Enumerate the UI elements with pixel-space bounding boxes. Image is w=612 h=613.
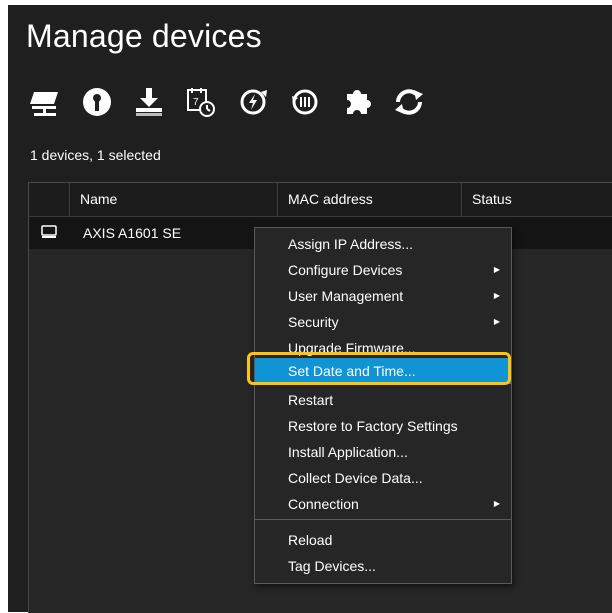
menu-item-label: Install Application... — [288, 444, 408, 460]
menu-item-label: Security — [288, 314, 339, 330]
toolbar: 7 — [28, 80, 426, 124]
menu-item-restore-to-factory-settings[interactable]: Restore to Factory Settings — [255, 413, 511, 439]
add-device-icon[interactable] — [28, 85, 62, 119]
menu-item-label: Configure Devices — [288, 262, 403, 278]
device-icon — [41, 225, 57, 239]
menu-item-restart[interactable]: Restart — [255, 387, 511, 413]
menu-item-tag-devices[interactable]: Tag Devices... — [255, 553, 511, 579]
submenu-arrow-icon: ▶ — [493, 291, 500, 300]
password-key-icon[interactable] — [80, 85, 114, 119]
context-menu: Assign IP Address... Configure Devices ▶… — [254, 227, 512, 584]
install-app-plugin-icon[interactable] — [340, 85, 374, 119]
selection-count: 1 devices, 1 selected — [30, 147, 161, 163]
menu-item-label: Set Date and Time... — [288, 363, 416, 379]
menu-item-label: Upgrade Firmware... — [288, 340, 416, 356]
menu-item-security[interactable]: Security ▶ — [255, 309, 511, 335]
column-header-name[interactable]: Name — [69, 183, 277, 216]
menu-item-label: Restart — [288, 392, 334, 408]
menu-item-label: Reload — [288, 532, 333, 548]
menu-item-label: Tag Devices... — [288, 558, 376, 574]
menu-item-user-management[interactable]: User Management ▶ — [255, 283, 511, 309]
set-date-time-icon[interactable]: 7 — [184, 85, 218, 119]
menu-separator — [255, 519, 511, 520]
menu-item-label: User Management — [288, 288, 404, 304]
reload-sync-icon[interactable] — [392, 85, 426, 119]
menu-item-configure-devices[interactable]: Configure Devices ▶ — [255, 257, 511, 283]
table-header: Name MAC address Status — [29, 183, 612, 217]
menu-item-reload[interactable]: Reload — [255, 527, 511, 553]
page-title: Manage devices — [26, 18, 262, 54]
column-header-status[interactable]: Status — [461, 183, 612, 216]
menu-item-label: Collect Device Data... — [288, 470, 423, 486]
menu-item-connection[interactable]: Connection ▶ — [255, 491, 511, 517]
menu-item-assign-ip-address[interactable]: Assign IP Address... — [255, 231, 511, 257]
restore-icon[interactable] — [288, 85, 322, 119]
device-name: AXIS A1601 SE — [83, 225, 182, 241]
submenu-arrow-icon: ▶ — [493, 499, 500, 508]
svg-text:7: 7 — [193, 97, 199, 108]
menu-item-set-date-and-time[interactable]: Set Date and Time... — [255, 358, 511, 384]
column-header-mac-address[interactable]: MAC address — [277, 183, 461, 216]
menu-item-install-application[interactable]: Install Application... — [255, 439, 511, 465]
firmware-upgrade-icon[interactable] — [236, 85, 270, 119]
menu-item-collect-device-data[interactable]: Collect Device Data... — [255, 465, 511, 491]
download-install-icon[interactable] — [132, 85, 166, 119]
submenu-arrow-icon: ▶ — [493, 317, 500, 326]
menu-item-label: Assign IP Address... — [288, 236, 414, 252]
submenu-arrow-icon: ▶ — [493, 265, 500, 274]
menu-item-label: Connection — [288, 496, 359, 512]
menu-item-label: Restore to Factory Settings — [288, 418, 458, 434]
